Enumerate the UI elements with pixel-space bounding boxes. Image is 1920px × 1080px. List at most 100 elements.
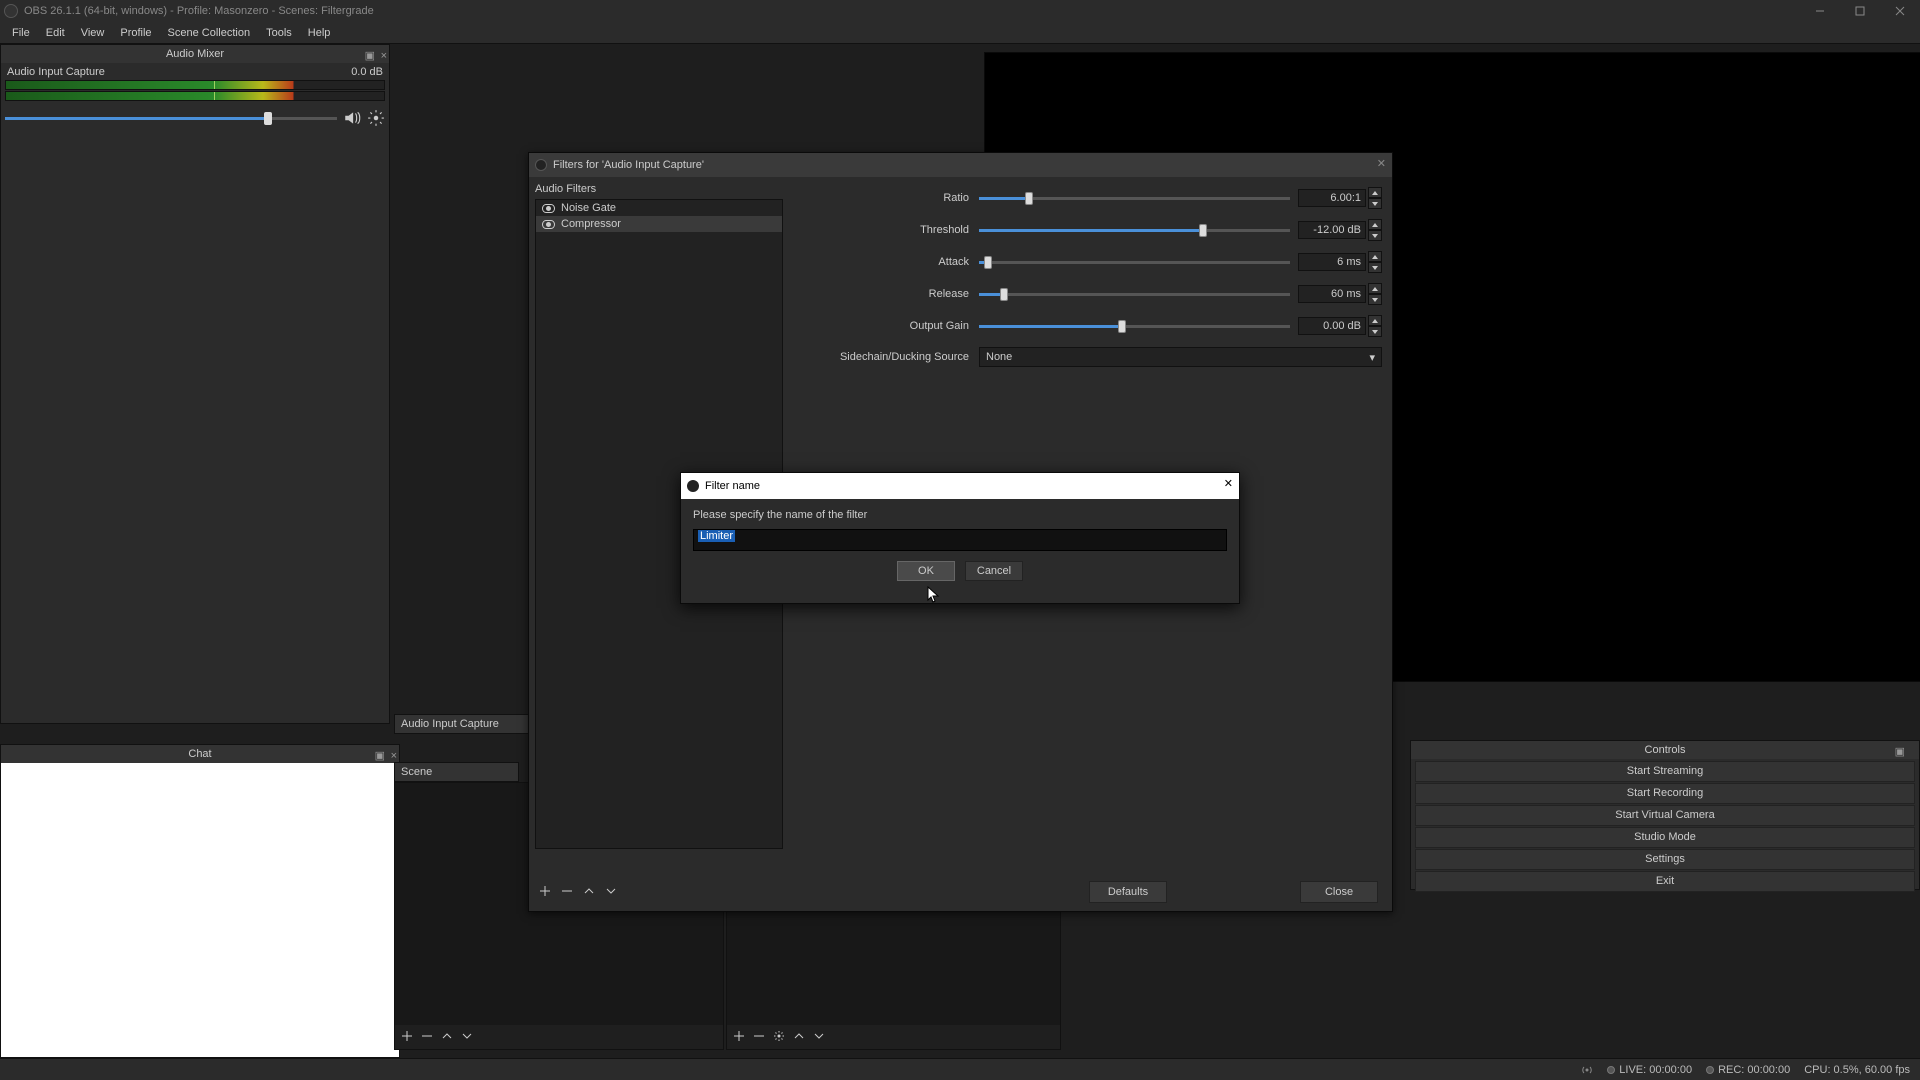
filter-item-compressor[interactable]: Compressor [536,216,782,232]
menu-help[interactable]: Help [300,25,339,41]
param-select-value: None [986,351,1012,363]
start-streaming-button[interactable]: Start Streaming [1415,761,1915,782]
dock-popout-icon[interactable]: ▣ [365,47,375,65]
chat-title: Chat [188,748,211,760]
mixer-settings-icon[interactable] [367,109,385,127]
sources-up-icon[interactable] [793,1030,805,1045]
menu-file[interactable]: File [4,25,38,41]
param-value-attack[interactable]: 6 ms [1298,253,1366,271]
filter-name-dialog: Filter name ✕ Please specify the name of… [680,472,1240,604]
param-value-output-gain[interactable]: 0.00 dB [1298,317,1366,335]
dock-popout-icon[interactable]: ▣ [1895,743,1905,761]
status-live-dot [1607,1066,1615,1074]
menu-scene-collection[interactable]: Scene Collection [160,25,259,41]
mixer-mute-icon[interactable] [343,109,361,127]
menu-tools[interactable]: Tools [258,25,300,41]
eye-icon[interactable] [542,204,555,213]
param-value-ratio[interactable]: 6.00:1 [1298,189,1366,207]
status-rec: REC: 00:00:00 [1718,1064,1790,1076]
param-slider-threshold[interactable] [979,229,1290,232]
sources-down-icon[interactable] [813,1030,825,1045]
param-slider-attack[interactable] [979,261,1290,264]
scenes-up-icon[interactable] [441,1030,453,1045]
scenes-down-icon[interactable] [461,1030,473,1045]
mixer-volume-slider[interactable] [5,117,337,120]
app-icon [4,4,18,18]
filter-add-icon[interactable] [539,885,551,900]
audio-mixer-dock: Audio Mixer ▣ × Audio Input Capture 0.0 … [0,44,390,724]
scene-label: Scene [401,766,432,778]
obs-icon [535,159,547,171]
menu-edit[interactable]: Edit [38,25,73,41]
filters-left-label: Audio Filters [535,183,783,195]
filter-name-prompt: Please specify the name of the filter [693,509,1227,521]
mixer-channel-name: Audio Input Capture [7,66,105,78]
start-virtual-camera-button[interactable]: Start Virtual Camera [1415,805,1915,826]
chevron-down-icon: ▾ [1369,351,1375,364]
filter-up-icon[interactable] [583,885,595,900]
param-spinner-release[interactable] [1368,283,1382,305]
filter-name-titlebar[interactable]: Filter name ✕ [681,473,1239,499]
filters-close-button[interactable]: Close [1300,881,1378,903]
sources-remove-icon[interactable] [753,1030,765,1045]
eye-icon[interactable] [542,220,555,229]
param-slider-release[interactable] [979,293,1290,296]
dock-close-icon[interactable]: × [381,47,387,65]
param-slider-ratio[interactable] [979,197,1290,200]
filters-defaults-button[interactable]: Defaults [1089,881,1167,903]
chat-body[interactable] [1,763,399,1057]
mouse-cursor-icon [927,586,941,607]
filter-down-icon[interactable] [605,885,617,900]
controls-dock: Controls ▣ Start Streaming Start Recordi… [1410,740,1920,890]
param-spinner-attack[interactable] [1368,251,1382,273]
sources-add-icon[interactable] [733,1030,745,1045]
param-slider-output-gain[interactable] [979,325,1290,328]
mixer-meter-right [5,91,385,101]
filter-name-ok-button[interactable]: OK [897,561,955,581]
studio-mode-button[interactable]: Studio Mode [1415,827,1915,848]
param-select-sidechain[interactable]: None ▾ [979,347,1382,367]
param-value-release[interactable]: 60 ms [1298,285,1366,303]
window-close-button[interactable] [1880,0,1920,22]
filter-name-title: Filter name [705,480,760,492]
controls-header: Controls ▣ [1411,741,1919,759]
mixer-channel-level: 0.0 dB [351,66,383,78]
window-titlebar: OBS 26.1.1 (64-bit, windows) - Profile: … [0,0,1920,22]
param-label-ratio: Ratio [799,192,979,204]
scenes-remove-icon[interactable] [421,1030,433,1045]
mixer-meter-left [5,80,385,90]
filter-name-cancel-button[interactable]: Cancel [965,561,1023,581]
param-label-threshold: Threshold [799,224,979,236]
filters-dialog-titlebar[interactable]: Filters for 'Audio Input Capture' ✕ [529,153,1392,177]
filter-name-close-icon[interactable]: ✕ [1224,477,1233,490]
source-label: Audio Input Capture [401,718,499,730]
window-title: OBS 26.1.1 (64-bit, windows) - Profile: … [24,5,374,17]
filters-dialog-close-icon[interactable]: ✕ [1377,157,1386,170]
menu-profile[interactable]: Profile [112,25,159,41]
param-spinner-ratio[interactable] [1368,187,1382,209]
exit-button[interactable]: Exit [1415,871,1915,892]
window-minimize-button[interactable] [1800,0,1840,22]
settings-button[interactable]: Settings [1415,849,1915,870]
filter-name-input[interactable]: Limiter [693,529,1227,551]
audio-mixer-header: Audio Mixer ▣ × [1,45,389,63]
controls-title: Controls [1645,744,1686,756]
statusbar: LIVE: 00:00:00 REC: 00:00:00 CPU: 0.5%, … [0,1058,1920,1080]
window-maximize-button[interactable] [1840,0,1880,22]
menu-view[interactable]: View [73,25,113,41]
filters-dialog-title: Filters for 'Audio Input Capture' [553,159,704,171]
param-label-release: Release [799,288,979,300]
obs-icon [687,480,699,492]
sources-settings-icon[interactable] [773,1030,785,1045]
scene-label-bar[interactable]: Scene [394,762,519,782]
param-label-sidechain: Sidechain/Ducking Source [799,351,979,363]
filter-item-noise-gate[interactable]: Noise Gate [536,200,782,216]
filter-item-label: Noise Gate [561,202,616,214]
param-spinner-threshold[interactable] [1368,219,1382,241]
start-recording-button[interactable]: Start Recording [1415,783,1915,804]
param-value-threshold[interactable]: -12.00 dB [1298,221,1366,239]
param-spinner-output-gain[interactable] [1368,315,1382,337]
filter-remove-icon[interactable] [561,885,573,900]
scenes-add-icon[interactable] [401,1030,413,1045]
param-label-attack: Attack [799,256,979,268]
